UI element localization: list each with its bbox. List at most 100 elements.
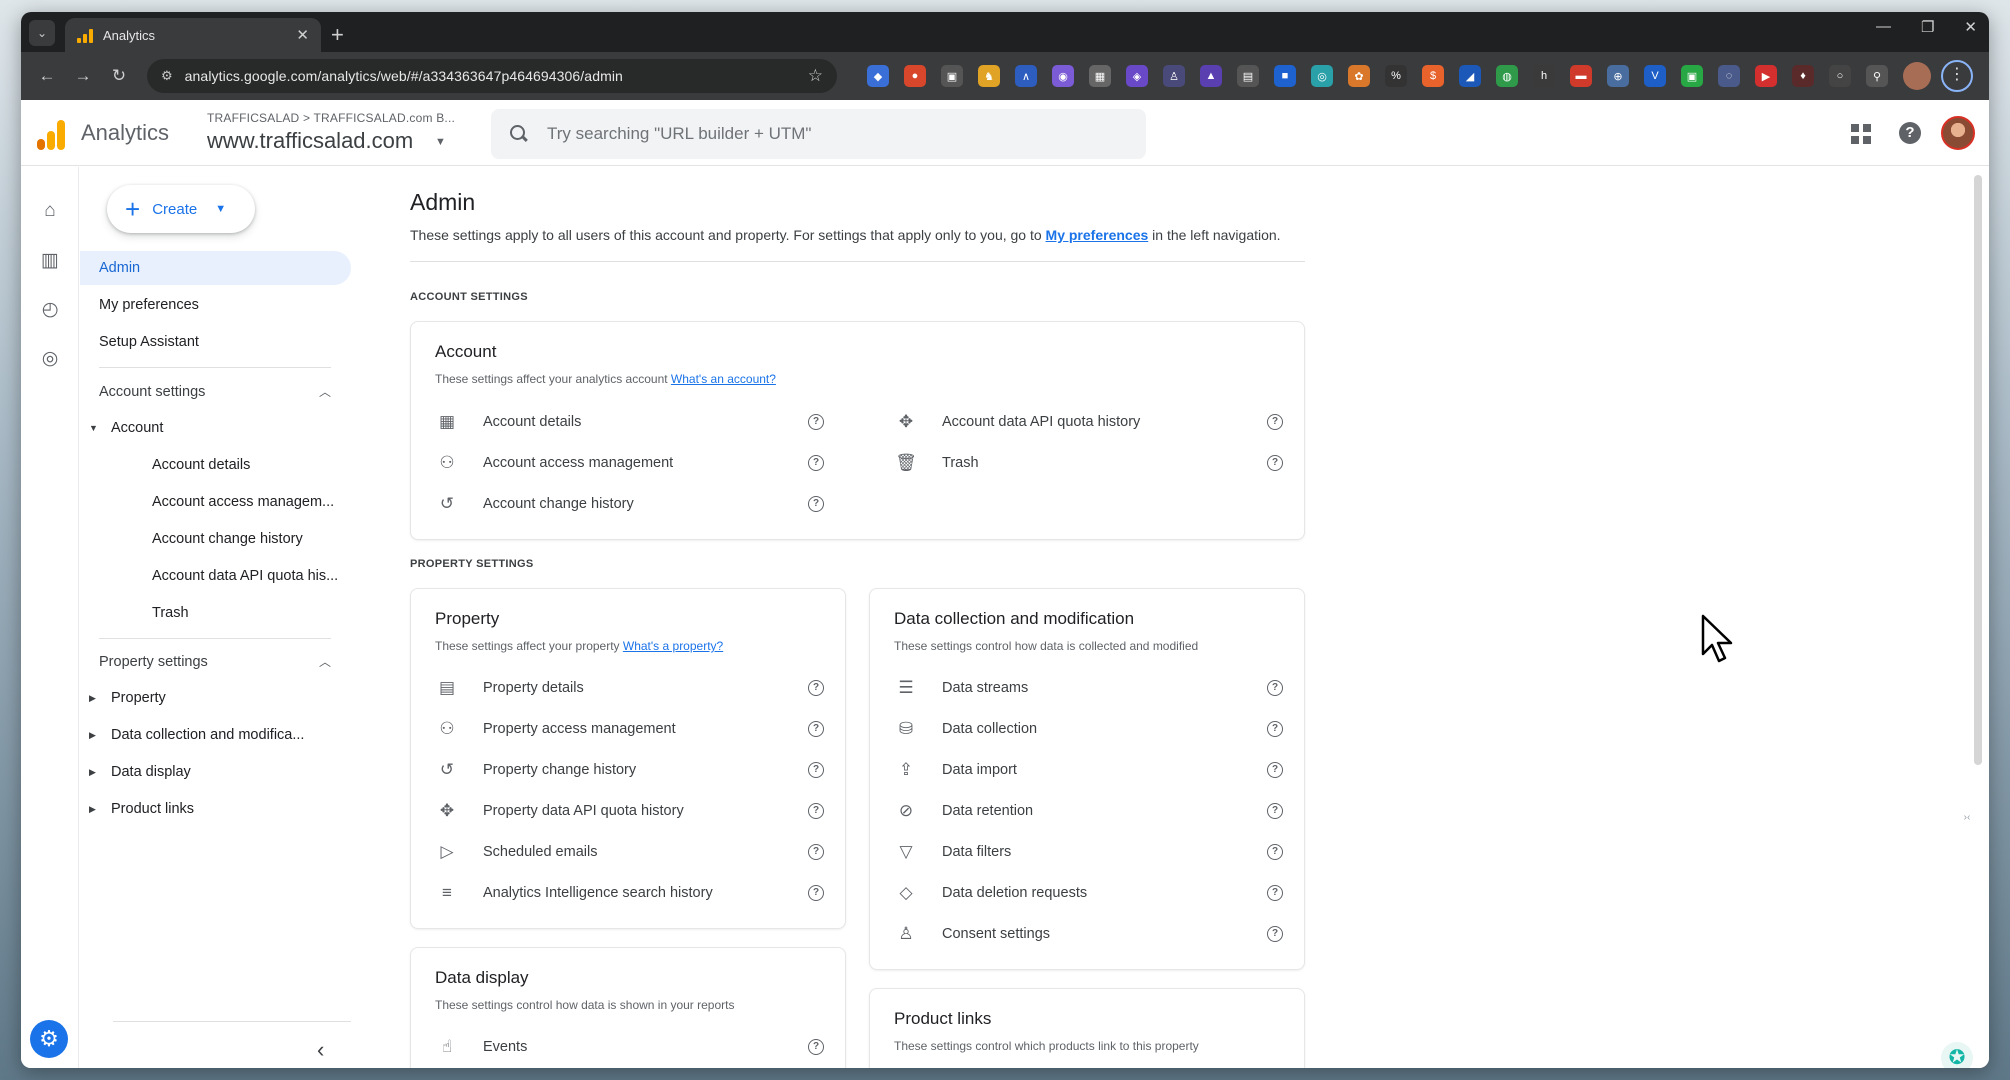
row-trash[interactable]: 🗑 Trash ? — [894, 451, 1289, 475]
sidebar-item-my-preferences[interactable]: My preferences — [80, 288, 351, 322]
sidebar-item-account-change-history[interactable]: Account change history — [152, 531, 303, 547]
help-icon[interactable]: ? — [1267, 926, 1283, 942]
sidebar-item-setup-assistant[interactable]: Setup Assistant — [80, 325, 351, 359]
account-settings-section[interactable]: Account settings ︿ — [99, 383, 331, 400]
browser-menu-icon[interactable]: ⋮ — [1941, 60, 1973, 92]
scrollbar[interactable] — [1974, 175, 1982, 765]
row-data-collection[interactable]: ⛁ Data collection ? — [894, 717, 1289, 741]
extension-icon[interactable]: ⊕ — [1607, 65, 1629, 87]
row-account-api-quota[interactable]: ✥ Account data API quota history ? — [894, 410, 1289, 434]
help-icon[interactable]: ? — [1267, 885, 1283, 901]
extension-icon[interactable]: ● — [904, 65, 926, 87]
extension-icon[interactable]: $ — [1422, 65, 1444, 87]
whats-a-property-link[interactable]: What's a property? — [623, 639, 723, 653]
browser-profile-avatar[interactable] — [1903, 62, 1931, 90]
row-property-api-quota[interactable]: ✥ Property data API quota history ? — [435, 799, 830, 823]
row-data-filters[interactable]: ▽ Data filters ? — [894, 840, 1289, 864]
help-icon[interactable]: ? — [808, 414, 824, 430]
row-scheduled-emails[interactable]: ▷ Scheduled emails ? — [435, 840, 830, 864]
account-breadcrumb[interactable]: TRAFFICSALAD > TRAFFICSALAD.com B... — [207, 111, 455, 125]
extension-icon[interactable]: ▦ — [1089, 65, 1111, 87]
extension-icon[interactable]: ▶ — [1755, 65, 1777, 87]
close-window-icon[interactable]: ✕ — [1964, 18, 1977, 36]
help-icon[interactable]: ? — [808, 455, 824, 471]
sidebar-item-account-details[interactable]: Account details — [152, 457, 250, 473]
help-icon[interactable]: ? — [1267, 414, 1283, 430]
row-account-change-history[interactable]: ↺ Account change history ? — [435, 492, 830, 516]
row-property-access[interactable]: ⚇ Property access management ? — [435, 717, 830, 741]
sidebar-item-account-access[interactable]: Account access managem... — [152, 494, 334, 510]
help-icon[interactable]: ? — [1267, 844, 1283, 860]
help-icon[interactable]: ? — [808, 721, 824, 737]
row-search-history[interactable]: ≡ Analytics Intelligence search history … — [435, 881, 830, 905]
sidebar-item-product-links[interactable]: ▶ Product links — [89, 801, 194, 817]
sidebar-item-trash[interactable]: Trash — [152, 605, 189, 621]
puzzle-extensions-icon[interactable]: ⚲ — [1866, 65, 1888, 87]
whats-an-account-link[interactable]: What's an account? — [671, 372, 776, 386]
search-input[interactable]: Try searching "URL builder + UTM" — [491, 109, 1146, 159]
extension-icon[interactable]: ◈ — [1126, 65, 1148, 87]
extension-icon[interactable]: h — [1533, 65, 1555, 87]
admin-gear-icon[interactable]: ⚙ — [30, 1020, 68, 1058]
extension-icon[interactable]: ▣ — [1681, 65, 1703, 87]
extension-icon[interactable]: ◆ — [867, 65, 889, 87]
extension-icon[interactable]: ◉ — [1052, 65, 1074, 87]
help-icon[interactable]: ? — [808, 1039, 824, 1055]
property-selector[interactable]: www.trafficsalad.com — [207, 128, 413, 154]
collapse-nav-icon[interactable]: ‹ — [317, 1037, 324, 1063]
extension-icon[interactable]: ◌ — [1718, 65, 1740, 87]
extension-icon[interactable]: ◢ — [1459, 65, 1481, 87]
help-icon[interactable]: ? — [1267, 803, 1283, 819]
row-property-details[interactable]: ▤ Property details ? — [435, 676, 830, 700]
url-text[interactable]: analytics.google.com/analytics/web/#/a33… — [185, 68, 796, 84]
tab-search-icon[interactable]: ⌄ — [29, 20, 55, 46]
row-property-change-history[interactable]: ↺ Property change history ? — [435, 758, 830, 782]
extension-icon[interactable]: ▬ — [1570, 65, 1592, 87]
extension-icon[interactable]: ▤ — [1237, 65, 1259, 87]
sidebar-item-data-display[interactable]: ▶ Data display — [89, 764, 191, 780]
help-icon[interactable]: ? — [808, 803, 824, 819]
sidebar-item-account-group[interactable]: ▼ Account — [89, 420, 163, 436]
apps-grid-icon[interactable] — [1851, 124, 1871, 144]
explore-icon[interactable]: ◴ — [38, 297, 62, 321]
restore-icon[interactable]: ❐ — [1921, 18, 1934, 36]
extension-icon[interactable]: ∧ — [1015, 65, 1037, 87]
reports-icon[interactable]: ▥ — [38, 248, 62, 272]
help-icon[interactable]: ? — [808, 844, 824, 860]
extension-icon[interactable]: ▲ — [1200, 65, 1222, 87]
help-icon[interactable]: ? — [1267, 680, 1283, 696]
property-settings-section[interactable]: Property settings ︿ — [99, 653, 331, 670]
extension-icon[interactable]: ♙ — [1163, 65, 1185, 87]
extension-icon[interactable]: % — [1385, 65, 1407, 87]
help-icon[interactable]: ? — [1267, 762, 1283, 778]
analytics-logo-icon[interactable] — [37, 120, 65, 150]
row-account-details[interactable]: ▦ Account details ? — [435, 410, 830, 434]
sidebar-item-admin[interactable]: Admin — [80, 251, 351, 285]
extension-icon[interactable]: ■ — [1274, 65, 1296, 87]
address-bar[interactable]: ⚙ analytics.google.com/analytics/web/#/a… — [147, 59, 837, 93]
help-icon[interactable]: ? — [1267, 721, 1283, 737]
back-icon[interactable]: ← — [29, 66, 65, 86]
side-panel-handle-icon[interactable]: ›‹ — [1955, 812, 1979, 830]
row-consent-settings[interactable]: ♙ Consent settings ? — [894, 922, 1289, 946]
extension-icon[interactable]: V — [1644, 65, 1666, 87]
extension-icon[interactable]: ♦ — [1792, 65, 1814, 87]
reload-icon[interactable]: ↻ — [101, 66, 137, 86]
help-icon[interactable]: ? — [808, 762, 824, 778]
extension-icon[interactable]: ○ — [1829, 65, 1851, 87]
forward-icon[interactable]: → — [65, 66, 101, 86]
site-info-icon[interactable]: ⚙ — [161, 68, 173, 84]
user-avatar[interactable] — [1941, 116, 1975, 150]
row-account-access[interactable]: ⚇ Account access management ? — [435, 451, 830, 475]
app-name[interactable]: Analytics — [81, 120, 169, 146]
advertising-icon[interactable]: ◎ — [38, 346, 62, 370]
minimize-icon[interactable]: — — [1876, 18, 1891, 36]
help-icon[interactable]: ? — [808, 680, 824, 696]
sidebar-item-property[interactable]: ▶ Property — [89, 690, 166, 706]
extension-icon[interactable]: ◍ — [1496, 65, 1518, 87]
row-data-deletion[interactable]: ◇ Data deletion requests ? — [894, 881, 1289, 905]
create-button[interactable]: + Create ▼ — [107, 185, 255, 233]
my-preferences-link[interactable]: My preferences — [1046, 227, 1149, 243]
sidebar-item-account-api-quota[interactable]: Account data API quota his... — [152, 568, 338, 584]
help-icon[interactable]: ? — [1899, 122, 1921, 144]
